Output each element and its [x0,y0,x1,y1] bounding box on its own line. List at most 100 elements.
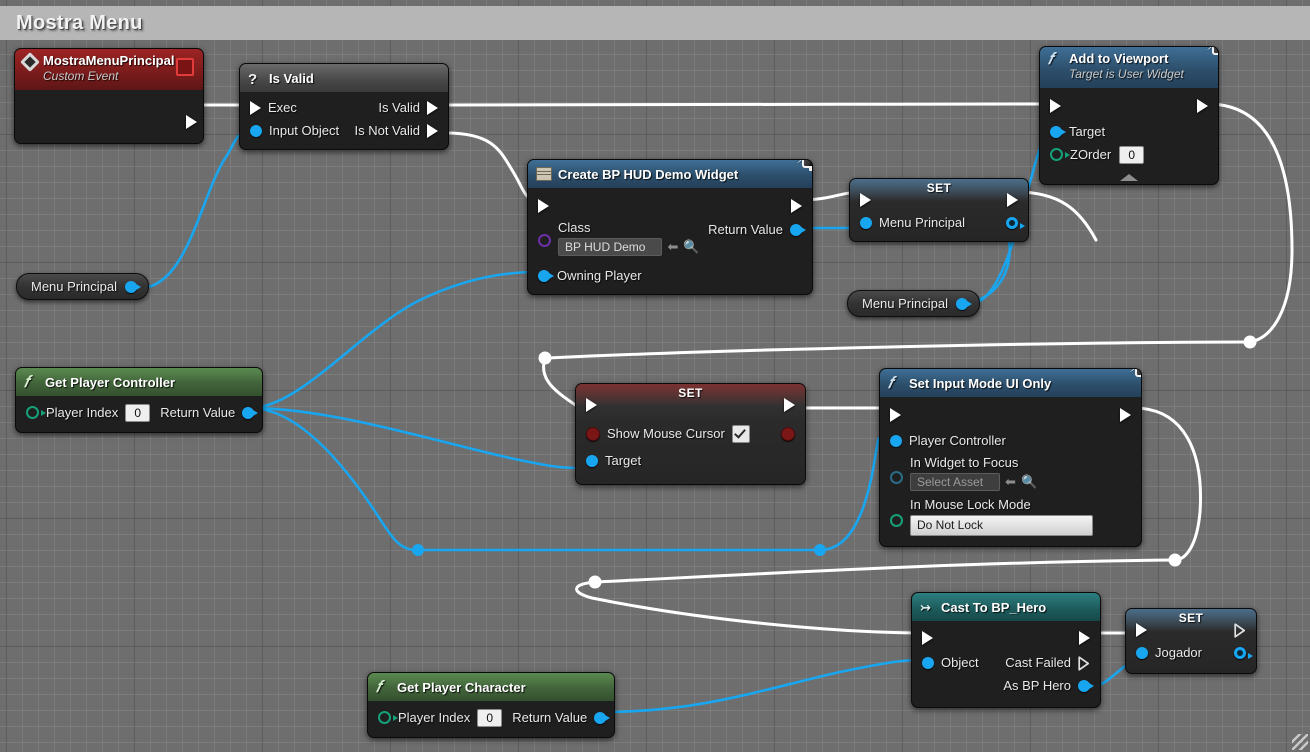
node-create-bp-hud-demo-widget[interactable]: Create BP HUD Demo Widget Class BP HUD D… [527,159,813,295]
pin-as-bp-hero-out[interactable] [1078,679,1094,692]
node-body: Player Index 0 Return Value [368,701,614,737]
search-icon[interactable]: 🔍 [683,239,699,255]
pin-target[interactable] [586,454,598,467]
pin-return-value[interactable] [790,223,806,236]
blueprint-graph-canvas[interactable]: Mostra Menu MostraMenuPrincipal Custom E… [0,0,1310,752]
pin-owning-player[interactable] [538,269,554,282]
pin-target[interactable] [1050,125,1066,138]
pin-row: Player Index 0 Return Value [368,706,614,729]
variable-label: Menu Principal [862,296,948,311]
variable-label: Menu Principal [31,279,117,294]
pin-exec-out[interactable] [1234,623,1246,638]
node-set-show-mouse-cursor[interactable]: SET Show Mouse Cursor Target [575,383,806,485]
pin-class[interactable] [538,234,551,247]
pin-show-mouse-cursor-in[interactable] [586,426,600,441]
pin-in-widget-to-focus[interactable] [890,471,903,484]
pin-zorder[interactable] [1050,148,1063,162]
node-body: Player Controller In Widget to Focus Sel… [880,397,1141,546]
pin-exec-in[interactable] [890,408,901,422]
pin-object-in[interactable] [922,656,934,669]
node-is-valid[interactable]: ? Is Valid Exec Is Valid Input Object Is… [239,63,449,150]
node-body: Class BP HUD Demo ⬅ 🔍 Return Value Ownin… [528,188,812,294]
pin-return-value[interactable] [242,406,259,419]
pin-exec-in[interactable] [250,100,261,115]
browse-back-icon[interactable]: ⬅ [667,239,678,255]
player-index-input[interactable]: 0 [477,708,503,727]
node-set-input-mode-ui-only[interactable]: 𝑓 Set Input Mode UI Only Player Controll… [879,368,1142,547]
pin-row: Input Object Is Not Valid [240,119,448,142]
node-set-menu-principal[interactable]: SET Menu Principal [849,178,1029,242]
pin-exec-in[interactable] [860,193,871,207]
function-icon: 𝑓 [376,678,381,696]
pin-row: In Mouse Lock Mode Do Not Lock [880,497,1141,536]
node-title: Set Input Mode UI Only [909,375,1052,391]
node-get-menu-principal-2[interactable]: Menu Principal [847,290,980,317]
pin-row: As BP Hero [912,674,1100,697]
client-only-icon: ⚡ [796,160,812,173]
pin-variable-out[interactable] [125,280,141,293]
pin-player-index[interactable] [378,711,391,724]
pin-exec-in[interactable] [538,199,549,213]
pin-menu-principal-out[interactable] [1006,216,1025,229]
pin-is-not-valid-out[interactable] [427,123,438,138]
pin-in-mouse-lock-mode[interactable] [890,514,903,527]
pin-menu-principal-in[interactable] [860,216,872,229]
pin-exec-in[interactable] [922,631,933,645]
node-title: MostraMenuPrincipal [43,53,175,68]
pin-exec-out[interactable] [1120,408,1131,422]
zorder-input[interactable]: 0 [1119,145,1145,164]
resize-grip[interactable] [1292,734,1308,750]
pin-exec-in[interactable] [1050,99,1061,114]
pin-exec-out[interactable] [186,114,197,129]
pin-jogador-in[interactable] [1136,646,1148,659]
pin-jogador-out[interactable] [1234,646,1253,659]
pin-row [850,189,1028,211]
pin-row: Player Controller [880,429,1141,452]
search-icon[interactable]: 🔍 [1021,474,1037,490]
pin-exec-out[interactable] [1079,631,1090,645]
node-get-player-controller[interactable]: 𝑓 Get Player Controller Player Index 0 R… [15,367,263,433]
node-title: Add to Viewport [1069,51,1169,66]
pin-is-valid-out[interactable] [427,100,438,115]
node-set-jogador[interactable]: SET Jogador [1125,608,1257,674]
pin-exec-out[interactable] [1197,99,1208,114]
pin-row: Exec Is Valid [240,96,448,119]
node-header: ? Is Valid [240,64,448,92]
mouse-lock-mode-select[interactable]: Do Not Lock [910,515,1093,536]
node-header: 𝑓 Add to Viewport Target is User Widget [1040,47,1218,89]
pin-row [528,192,812,220]
pin-player-controller[interactable] [890,434,902,447]
pin-label: Class [558,220,591,235]
collapse-arrow-icon[interactable] [1120,174,1138,182]
pin-exec-in[interactable] [1136,623,1147,637]
pin-label: Player Index [46,405,119,420]
pin-row [1126,619,1256,641]
node-get-player-character[interactable]: 𝑓 Get Player Character Player Index 0 Re… [367,672,615,738]
pin-player-index[interactable] [26,406,39,419]
browse-back-icon[interactable]: ⬅ [1005,474,1016,490]
widget-asset-select-dropdown[interactable]: Select Asset [910,473,1001,491]
pin-show-mouse-cursor-out[interactable] [781,426,795,441]
delegate-pin-icon[interactable] [176,58,194,76]
node-cast-to-bp-hero[interactable]: ↣ Cast To BP_Hero Object Cast Failed As … [911,592,1101,708]
pin-input-object[interactable] [250,124,262,137]
pin-return-value[interactable] [594,711,611,724]
pin-exec-out[interactable] [791,199,802,213]
pin-exec-out[interactable] [1007,193,1018,207]
pin-row: Player Index 0 Return Value [16,401,262,424]
pin-variable-out[interactable] [956,297,972,310]
pin-exec-out[interactable] [784,398,795,412]
cast-icon: ↣ [920,599,931,615]
class-select-dropdown[interactable]: BP HUD Demo [558,238,663,256]
graph-title-bar: Mostra Menu [0,6,1310,40]
node-get-menu-principal-1[interactable]: Menu Principal [16,273,149,300]
node-add-to-viewport[interactable]: 𝑓 Add to Viewport Target is User Widget … [1039,46,1219,186]
pin-row: Menu Principal [850,211,1028,234]
pin-row [880,401,1141,429]
pin-cast-failed-out[interactable] [1078,655,1090,671]
show-mouse-cursor-checkbox[interactable] [731,424,750,443]
player-index-input[interactable]: 0 [125,403,151,422]
node-custom-event-mostramenuprincipal[interactable]: MostraMenuPrincipal Custom Event [14,48,204,145]
pin-label: As BP Hero [1003,678,1071,693]
pin-exec-in[interactable] [586,398,597,412]
